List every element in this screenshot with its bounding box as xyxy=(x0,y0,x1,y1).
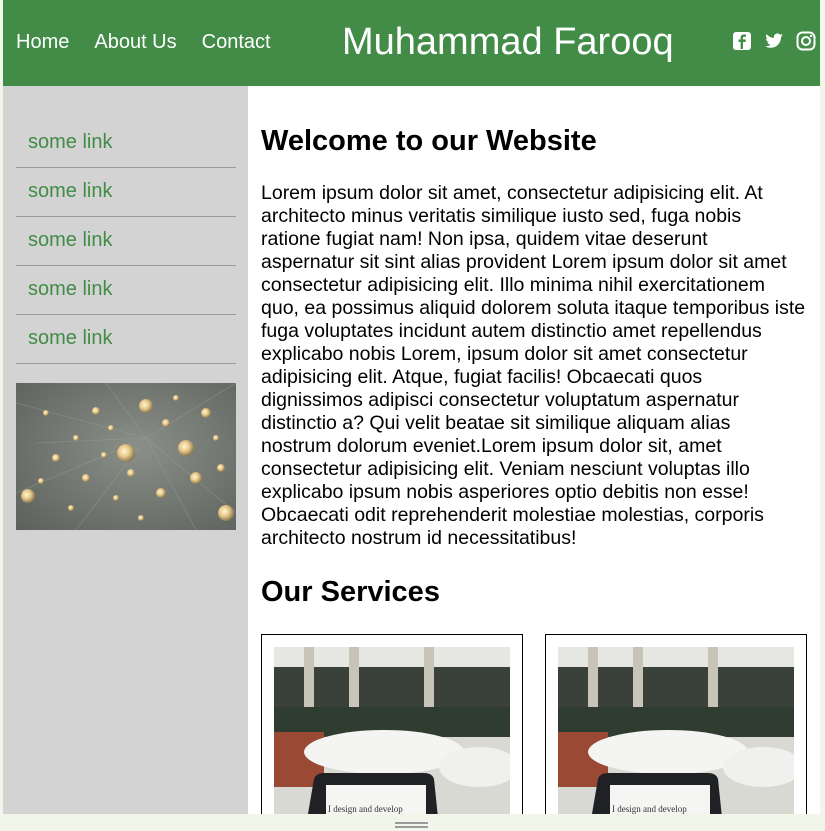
sidebar: some link some link some link some link … xyxy=(3,86,248,814)
nav-home-link[interactable]: Home xyxy=(16,31,69,53)
sidebar-link[interactable]: some link xyxy=(16,119,236,153)
laptop-screen-text: I design and develop xyxy=(328,804,403,814)
sidebar-item: some link xyxy=(16,315,236,364)
welcome-paragraph: Lorem ipsum dolor sit amet, consectetur … xyxy=(261,182,806,549)
laptop-screen-text: I design and develop xyxy=(612,804,687,814)
service-card: I design and develop xyxy=(545,634,807,814)
services-heading: Our Services xyxy=(261,576,440,608)
resize-handle[interactable] xyxy=(395,822,428,828)
sidebar-link[interactable]: some link xyxy=(16,168,236,202)
site-title: Muhammad Farooq xyxy=(342,21,674,63)
facebook-icon[interactable] xyxy=(732,31,752,51)
sidebar-link[interactable]: some link xyxy=(16,315,236,349)
light-bulbs-image xyxy=(16,383,236,530)
twitter-icon[interactable] xyxy=(764,31,784,51)
sidebar-links: some link some link some link some link … xyxy=(16,119,236,364)
social-links xyxy=(732,31,816,51)
top-nav: Home About Us Contact xyxy=(16,31,296,53)
nav-about-link[interactable]: About Us xyxy=(94,31,176,53)
page: Home About Us Contact Muhammad Farooq so… xyxy=(3,0,820,814)
sidebar-item: some link xyxy=(16,119,236,168)
sidebar-item: some link xyxy=(16,266,236,315)
sidebar-link[interactable]: some link xyxy=(16,217,236,251)
service-card: I design and develop xyxy=(261,634,523,814)
laptop-photo: I design and develop xyxy=(274,647,510,814)
sidebar-item: some link xyxy=(16,217,236,266)
sidebar-item: some link xyxy=(16,168,236,217)
site-header: Home About Us Contact Muhammad Farooq xyxy=(3,0,820,86)
welcome-heading: Welcome to our Website xyxy=(261,125,597,157)
nav-contact-link[interactable]: Contact xyxy=(202,31,271,53)
instagram-icon[interactable] xyxy=(796,31,816,51)
laptop-photo: I design and develop xyxy=(558,647,794,814)
sidebar-link[interactable]: some link xyxy=(16,266,236,300)
resize-bar xyxy=(0,814,825,831)
